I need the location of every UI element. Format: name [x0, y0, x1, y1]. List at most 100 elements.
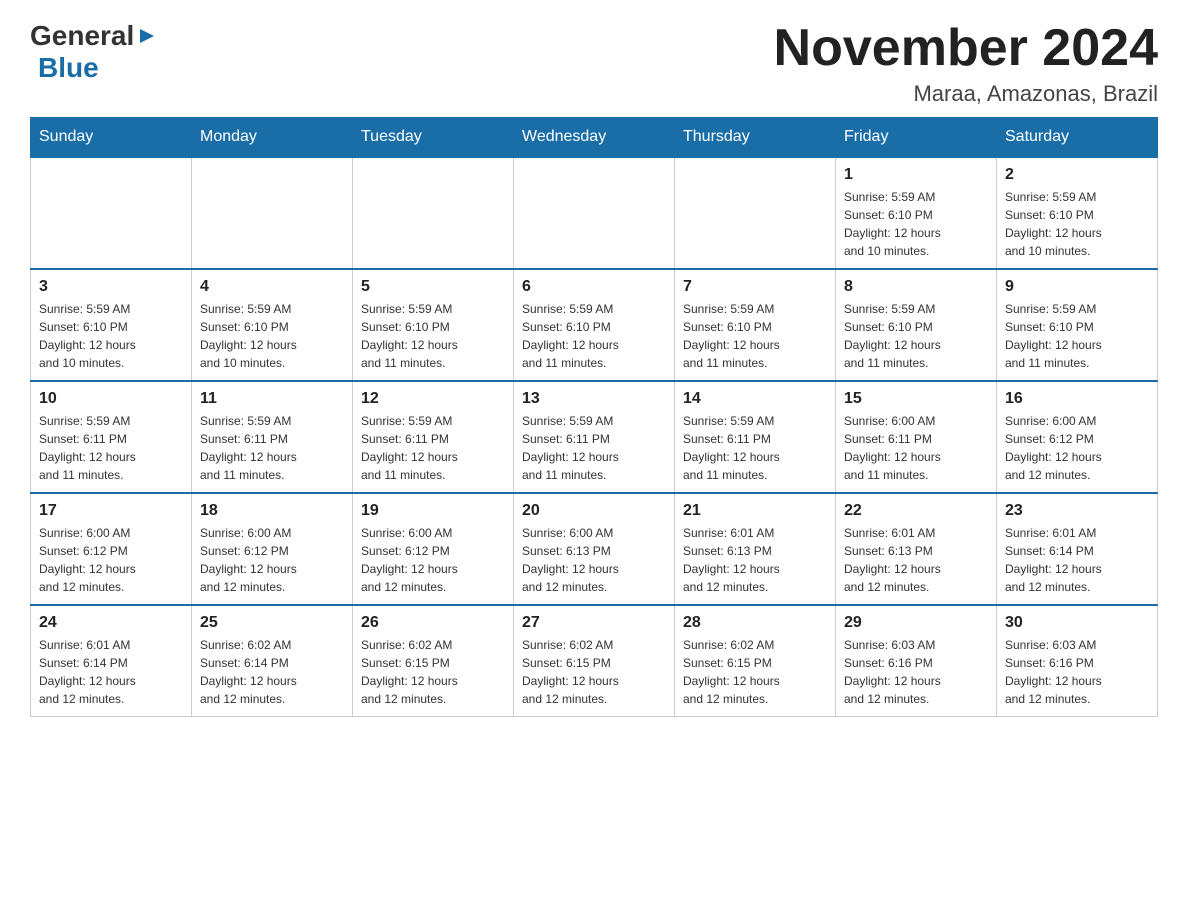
logo-general-text: General	[30, 20, 134, 52]
weekday-header-monday: Monday	[192, 118, 353, 158]
day-number: 30	[1005, 614, 1149, 632]
weekday-header-wednesday: Wednesday	[514, 118, 675, 158]
calendar-cell: 30 Sunrise: 6:03 AMSunset: 6:16 PMDayligh…	[997, 605, 1158, 717]
day-number: 2	[1005, 166, 1149, 184]
day-number: 25	[200, 614, 344, 632]
day-number: 15	[844, 390, 988, 408]
day-info: Sunrise: 6:01 AMSunset: 6:14 PMDaylight:…	[1005, 524, 1149, 596]
day-number: 9	[1005, 278, 1149, 296]
weekday-header-thursday: Thursday	[675, 118, 836, 158]
logo-arrow-icon	[136, 25, 158, 47]
day-info: Sunrise: 6:00 AMSunset: 6:12 PMDaylight:…	[39, 524, 183, 596]
calendar-cell: 19 Sunrise: 6:00 AMSunset: 6:12 PMDayligh…	[353, 493, 514, 605]
day-number: 21	[683, 502, 827, 520]
calendar-cell: 22 Sunrise: 6:01 AMSunset: 6:13 PMDayligh…	[836, 493, 997, 605]
calendar-cell	[514, 157, 675, 269]
day-info: Sunrise: 6:03 AMSunset: 6:16 PMDaylight:…	[844, 636, 988, 708]
calendar-cell: 14 Sunrise: 5:59 AMSunset: 6:11 PMDayligh…	[675, 381, 836, 493]
day-info: Sunrise: 5:59 AMSunset: 6:10 PMDaylight:…	[200, 300, 344, 372]
day-number: 22	[844, 502, 988, 520]
calendar-cell: 25 Sunrise: 6:02 AMSunset: 6:14 PMDayligh…	[192, 605, 353, 717]
weekday-header-saturday: Saturday	[997, 118, 1158, 158]
calendar-cell: 9 Sunrise: 5:59 AMSunset: 6:10 PMDaylight…	[997, 269, 1158, 381]
calendar-cell	[31, 157, 192, 269]
weekday-header-tuesday: Tuesday	[353, 118, 514, 158]
day-number: 1	[844, 166, 988, 184]
calendar-cell: 7 Sunrise: 5:59 AMSunset: 6:10 PMDaylight…	[675, 269, 836, 381]
day-number: 10	[39, 390, 183, 408]
calendar-cell	[675, 157, 836, 269]
day-number: 6	[522, 278, 666, 296]
calendar-cell: 28 Sunrise: 6:02 AMSunset: 6:15 PMDayligh…	[675, 605, 836, 717]
day-info: Sunrise: 6:00 AMSunset: 6:11 PMDaylight:…	[844, 412, 988, 484]
calendar-cell: 17 Sunrise: 6:00 AMSunset: 6:12 PMDayligh…	[31, 493, 192, 605]
day-info: Sunrise: 6:01 AMSunset: 6:14 PMDaylight:…	[39, 636, 183, 708]
day-info: Sunrise: 5:59 AMSunset: 6:11 PMDaylight:…	[39, 412, 183, 484]
day-info: Sunrise: 6:02 AMSunset: 6:15 PMDaylight:…	[361, 636, 505, 708]
day-info: Sunrise: 5:59 AMSunset: 6:10 PMDaylight:…	[361, 300, 505, 372]
calendar-week-4: 17 Sunrise: 6:00 AMSunset: 6:12 PMDayligh…	[31, 493, 1158, 605]
calendar-cell: 2 Sunrise: 5:59 AMSunset: 6:10 PMDaylight…	[997, 157, 1158, 269]
day-info: Sunrise: 6:00 AMSunset: 6:12 PMDaylight:…	[361, 524, 505, 596]
day-info: Sunrise: 6:02 AMSunset: 6:14 PMDaylight:…	[200, 636, 344, 708]
day-info: Sunrise: 5:59 AMSunset: 6:10 PMDaylight:…	[39, 300, 183, 372]
day-info: Sunrise: 6:00 AMSunset: 6:13 PMDaylight:…	[522, 524, 666, 596]
day-number: 5	[361, 278, 505, 296]
day-number: 23	[1005, 502, 1149, 520]
day-info: Sunrise: 6:01 AMSunset: 6:13 PMDaylight:…	[844, 524, 988, 596]
day-info: Sunrise: 5:59 AMSunset: 6:10 PMDaylight:…	[1005, 188, 1149, 260]
day-info: Sunrise: 6:02 AMSunset: 6:15 PMDaylight:…	[522, 636, 666, 708]
day-number: 7	[683, 278, 827, 296]
calendar-cell: 20 Sunrise: 6:00 AMSunset: 6:13 PMDayligh…	[514, 493, 675, 605]
day-info: Sunrise: 6:03 AMSunset: 6:16 PMDaylight:…	[1005, 636, 1149, 708]
day-number: 19	[361, 502, 505, 520]
calendar-cell: 6 Sunrise: 5:59 AMSunset: 6:10 PMDaylight…	[514, 269, 675, 381]
day-info: Sunrise: 5:59 AMSunset: 6:10 PMDaylight:…	[683, 300, 827, 372]
title-block: November 2024 Maraa, Amazonas, Brazil	[774, 20, 1158, 107]
calendar-cell: 12 Sunrise: 5:59 AMSunset: 6:11 PMDayligh…	[353, 381, 514, 493]
calendar-cell: 10 Sunrise: 5:59 AMSunset: 6:11 PMDayligh…	[31, 381, 192, 493]
day-number: 4	[200, 278, 344, 296]
day-info: Sunrise: 6:01 AMSunset: 6:13 PMDaylight:…	[683, 524, 827, 596]
day-info: Sunrise: 5:59 AMSunset: 6:11 PMDaylight:…	[361, 412, 505, 484]
logo-blue-text: Blue	[38, 52, 99, 83]
day-number: 8	[844, 278, 988, 296]
day-info: Sunrise: 5:59 AMSunset: 6:10 PMDaylight:…	[844, 188, 988, 260]
day-number: 29	[844, 614, 988, 632]
calendar-subtitle: Maraa, Amazonas, Brazil	[774, 81, 1158, 107]
calendar-cell: 24Sunrise: 6:01 AMSunset: 6:14 PMDayligh…	[31, 605, 192, 717]
day-number: 17	[39, 502, 183, 520]
day-number: 26	[361, 614, 505, 632]
calendar-cell: 1 Sunrise: 5:59 AMSunset: 6:10 PMDaylight…	[836, 157, 997, 269]
calendar-week-5: 24Sunrise: 6:01 AMSunset: 6:14 PMDayligh…	[31, 605, 1158, 717]
day-number: 28	[683, 614, 827, 632]
day-number: 11	[200, 390, 344, 408]
calendar-cell: 4 Sunrise: 5:59 AMSunset: 6:10 PMDaylight…	[192, 269, 353, 381]
day-number: 18	[200, 502, 344, 520]
day-info: Sunrise: 5:59 AMSunset: 6:11 PMDaylight:…	[200, 412, 344, 484]
calendar-cell: 5 Sunrise: 5:59 AMSunset: 6:10 PMDaylight…	[353, 269, 514, 381]
day-number: 27	[522, 614, 666, 632]
day-number: 12	[361, 390, 505, 408]
calendar-cell: 26 Sunrise: 6:02 AMSunset: 6:15 PMDayligh…	[353, 605, 514, 717]
day-info: Sunrise: 6:00 AMSunset: 6:12 PMDaylight:…	[1005, 412, 1149, 484]
day-info: Sunrise: 5:59 AMSunset: 6:10 PMDaylight:…	[522, 300, 666, 372]
day-info: Sunrise: 5:59 AMSunset: 6:10 PMDaylight:…	[844, 300, 988, 372]
calendar-cell: 23 Sunrise: 6:01 AMSunset: 6:14 PMDayligh…	[997, 493, 1158, 605]
day-number: 14	[683, 390, 827, 408]
calendar-cell: 13Sunrise: 5:59 AMSunset: 6:11 PMDayligh…	[514, 381, 675, 493]
day-number: 3	[39, 278, 183, 296]
calendar-cell: 3 Sunrise: 5:59 AMSunset: 6:10 PMDaylight…	[31, 269, 192, 381]
day-number: 16	[1005, 390, 1149, 408]
calendar-cell: 18Sunrise: 6:00 AMSunset: 6:12 PMDayligh…	[192, 493, 353, 605]
day-info: Sunrise: 5:59 AMSunset: 6:10 PMDaylight:…	[1005, 300, 1149, 372]
calendar-title: November 2024	[774, 20, 1158, 77]
day-info: Sunrise: 6:02 AMSunset: 6:15 PMDaylight:…	[683, 636, 827, 708]
day-number: 20	[522, 502, 666, 520]
day-info: Sunrise: 5:59 AMSunset: 6:11 PMDaylight:…	[683, 412, 827, 484]
calendar-table: SundayMondayTuesdayWednesdayThursdayFrid…	[30, 117, 1158, 717]
calendar-week-3: 10 Sunrise: 5:59 AMSunset: 6:11 PMDayligh…	[31, 381, 1158, 493]
calendar-cell: 21 Sunrise: 6:01 AMSunset: 6:13 PMDayligh…	[675, 493, 836, 605]
weekday-header-row: SundayMondayTuesdayWednesdayThursdayFrid…	[31, 118, 1158, 158]
calendar-week-2: 3 Sunrise: 5:59 AMSunset: 6:10 PMDaylight…	[31, 269, 1158, 381]
